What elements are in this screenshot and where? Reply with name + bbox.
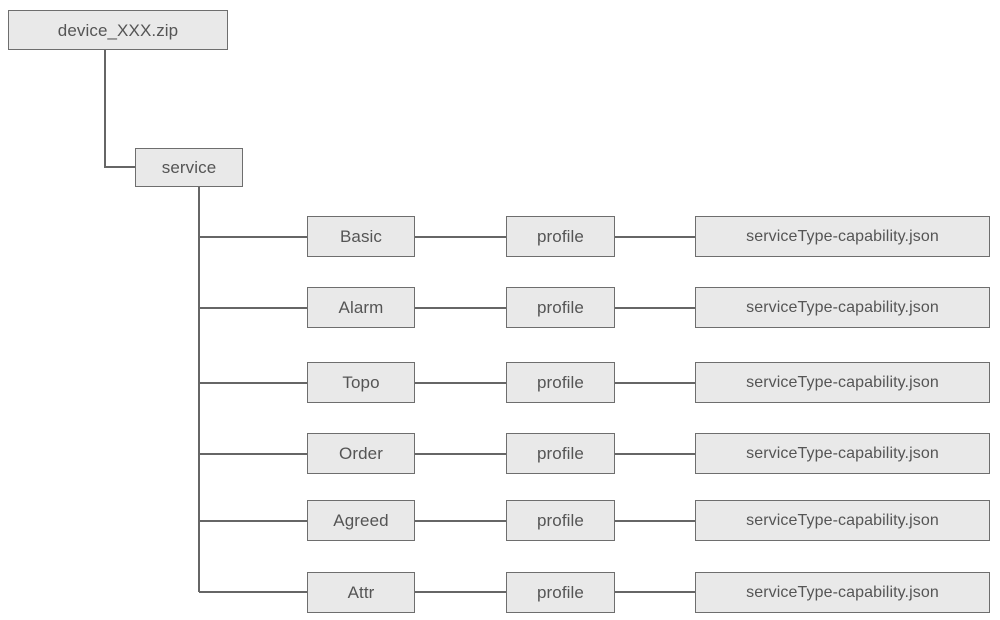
node-capability-alarm-label: serviceType-capability.json <box>746 298 939 316</box>
node-profile-attr[interactable]: profile <box>506 572 615 613</box>
node-profile-alarm-label: profile <box>536 298 584 317</box>
node-service-type-alarm-label: Alarm <box>338 298 384 317</box>
diagram-canvas: device_XXX.zip service Basic profile ser… <box>0 0 1000 620</box>
node-service-type-basic[interactable]: Basic <box>307 216 415 257</box>
node-capability-basic-label: serviceType-capability.json <box>746 227 939 245</box>
node-service-type-topo-label: Topo <box>342 373 380 392</box>
connector-root-to-service <box>104 50 135 168</box>
node-service-type-order-label: Order <box>339 444 383 463</box>
node-profile-agreed-label: profile <box>536 511 584 530</box>
node-service-type-attr-label: Attr <box>347 583 375 602</box>
node-profile-topo-label: profile <box>536 373 584 392</box>
node-service-type-agreed[interactable]: Agreed <box>307 500 415 541</box>
node-service-type-alarm[interactable]: Alarm <box>307 287 415 328</box>
node-profile-alarm[interactable]: profile <box>506 287 615 328</box>
node-service-folder-label: service <box>161 158 217 177</box>
node-profile-order[interactable]: profile <box>506 433 615 474</box>
node-service-type-topo[interactable]: Topo <box>307 362 415 403</box>
node-capability-attr[interactable]: serviceType-capability.json <box>695 572 990 613</box>
node-profile-agreed[interactable]: profile <box>506 500 615 541</box>
node-capability-agreed-label: serviceType-capability.json <box>746 511 939 529</box>
node-capability-basic[interactable]: serviceType-capability.json <box>695 216 990 257</box>
node-capability-order[interactable]: serviceType-capability.json <box>695 433 990 474</box>
node-service-type-agreed-label: Agreed <box>333 511 389 530</box>
node-service-type-order[interactable]: Order <box>307 433 415 474</box>
node-capability-agreed[interactable]: serviceType-capability.json <box>695 500 990 541</box>
node-capability-alarm[interactable]: serviceType-capability.json <box>695 287 990 328</box>
node-service-type-attr[interactable]: Attr <box>307 572 415 613</box>
node-profile-basic-label: profile <box>536 227 584 246</box>
node-capability-topo-label: serviceType-capability.json <box>746 373 939 391</box>
node-root-package[interactable]: device_XXX.zip <box>8 10 228 50</box>
node-service-folder[interactable]: service <box>135 148 243 187</box>
node-root-package-label: device_XXX.zip <box>57 20 179 40</box>
node-profile-topo[interactable]: profile <box>506 362 615 403</box>
node-profile-order-label: profile <box>536 444 584 463</box>
node-capability-topo[interactable]: serviceType-capability.json <box>695 362 990 403</box>
node-profile-attr-label: profile <box>536 583 584 602</box>
node-profile-basic[interactable]: profile <box>506 216 615 257</box>
node-service-type-basic-label: Basic <box>339 227 383 246</box>
node-capability-order-label: serviceType-capability.json <box>746 444 939 462</box>
node-capability-attr-label: serviceType-capability.json <box>746 583 939 601</box>
